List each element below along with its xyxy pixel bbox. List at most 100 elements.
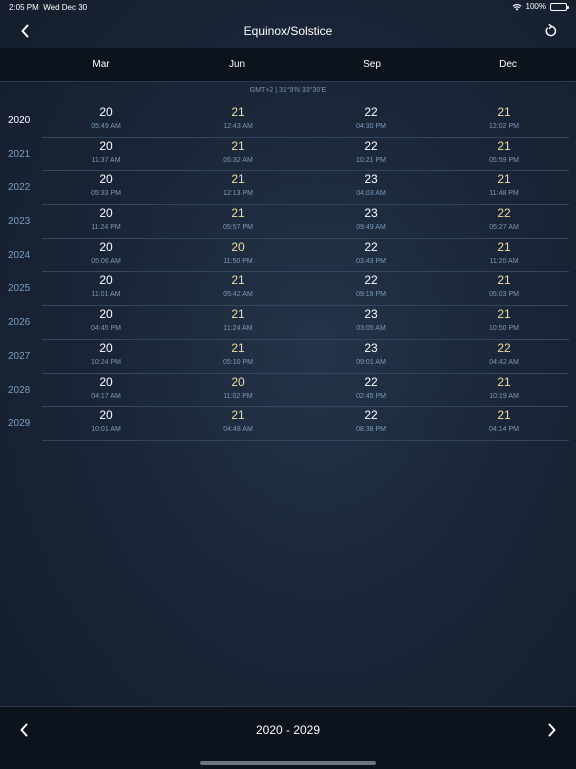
date-cell-sep: 23 09:01 AM	[331, 341, 411, 367]
time-value: 12:43 AM	[223, 123, 253, 130]
date-cell-jun: 21 12:43 AM	[198, 105, 278, 131]
date-cell-mar: 20 05:33 PM	[66, 172, 146, 198]
day-value: 21	[497, 307, 511, 322]
refresh-button[interactable]	[542, 22, 560, 40]
year-label: 2026	[8, 317, 31, 329]
time-value: 11:01 AM	[91, 291, 121, 299]
time-value: 11:02 PM	[223, 392, 253, 400]
date-cell-jun: 21 06:32 AM	[198, 139, 278, 165]
time-value: 11:50 PM	[223, 257, 253, 265]
date-cell-mar: 20 11:37 AM	[66, 139, 146, 165]
table-row: 2028 20 04:17 AM 20 11:02 PM 22 02:45 PM 21 10:1…	[0, 374, 576, 408]
table-row: 2027 20 10:24 PM 21 05:10 PM 23 09:01 AM 22 04:4…	[0, 340, 576, 374]
date-cell-mar: 20 10:24 PM	[66, 341, 146, 367]
date-cell-dec: 21 11:48 PM	[464, 172, 544, 198]
next-decade-button[interactable]	[543, 721, 561, 739]
year-label: 2029	[8, 418, 31, 430]
table-row: 2029 20 10:01 AM 21 04:48 AM 22 08:38 PM 21 04:1…	[0, 407, 576, 441]
time-value: 11:20 AM	[489, 257, 519, 265]
time-value: 11:48 PM	[489, 190, 519, 198]
date-cell-dec: 21 05:03 PM	[464, 273, 544, 299]
table-row: 2023 20 11:24 PM 21 05:57 PM 23 09:49 AM 22 05:2…	[0, 205, 576, 239]
date-cell-dec: 21 05:59 PM	[464, 139, 544, 165]
date-cell-jun: 20 11:50 PM	[198, 240, 278, 266]
date-cell-jun: 20 11:02 PM	[198, 375, 278, 401]
time-value: 04:17 AM	[91, 392, 121, 400]
day-value: 21	[231, 408, 245, 423]
time-value: 05:33 PM	[91, 190, 121, 198]
time-value: 10:24 PM	[91, 358, 121, 366]
day-value: 20	[99, 340, 113, 355]
day-value: 22	[497, 340, 511, 355]
footer-bar: 2020 - 2029	[0, 706, 576, 769]
battery-icon	[550, 2, 569, 11]
day-value: 23	[364, 206, 378, 221]
date-cell-sep: 22 03:43 PM	[331, 240, 411, 266]
time-value: 04:30 PM	[356, 123, 386, 130]
table-row: 2025 20 11:01 AM 21 05:42 AM 22 09:19 PM 21 05:0…	[0, 272, 576, 307]
time-value: 11:37 AM	[91, 156, 121, 164]
time-value: 04:03 AM	[356, 190, 386, 198]
table-row: 2026 20 04:45 PM 21 11:24 AM 23 03:05 AM 21 10:5…	[0, 306, 576, 340]
date-cell-dec: 21 12:02 PM	[464, 105, 544, 131]
time-value: 08:38 PM	[356, 426, 386, 434]
column-header-jun: Jun	[228, 59, 246, 70]
wifi-icon	[512, 3, 521, 10]
date-cell-dec: 22 05:27 AM	[464, 206, 544, 232]
day-value: 22	[364, 239, 378, 254]
date-cell-sep: 22 04:30 PM	[331, 105, 411, 131]
date-cell-mar: 20 04:17 AM	[66, 375, 146, 401]
time-value: 12:13 PM	[223, 190, 253, 198]
column-header-bar: Mar Jun Sep Dec	[0, 48, 576, 82]
day-value: 20	[99, 273, 113, 288]
date-cell-dec: 21 11:20 AM	[464, 240, 544, 266]
day-value: 23	[364, 172, 378, 187]
page-title: Equinox/Solstice	[243, 24, 333, 38]
day-value: 21	[497, 408, 511, 423]
day-value: 20	[99, 105, 113, 119]
date-cell-dec: 21 10:19 AM	[464, 375, 544, 401]
day-value: 21	[231, 138, 245, 153]
time-value: 09:01 AM	[356, 358, 386, 366]
time-value: 05:03 PM	[489, 291, 519, 299]
time-value: 09:19 PM	[356, 291, 386, 299]
chevron-right-icon	[548, 723, 556, 737]
day-value: 21	[231, 273, 245, 288]
time-value: 12:02 PM	[489, 123, 519, 130]
day-value: 21	[497, 138, 511, 153]
time-value: 05:27 AM	[489, 224, 519, 232]
day-value: 20	[99, 307, 113, 322]
table-row: 2020 20 05:49 AM 21 12:43 AM 22 04:30 PM 21 12:0…	[0, 104, 576, 138]
day-value: 21	[231, 105, 245, 119]
time-value: 05:42 AM	[223, 291, 253, 299]
nav-bar: Equinox/Solstice	[0, 14, 576, 48]
year-label: 2023	[8, 216, 31, 228]
day-value: 20	[99, 408, 113, 423]
time-value: 10:01 AM	[91, 426, 121, 434]
date-cell-jun: 21 12:13 PM	[198, 172, 278, 198]
year-label: 2021	[8, 148, 31, 160]
date-cell-jun: 21 04:48 AM	[198, 408, 278, 434]
time-value: 05:06 AM	[91, 257, 121, 265]
time-value: 11:24 AM	[223, 325, 253, 333]
day-value: 21	[497, 172, 511, 187]
time-value: 05:49 AM	[91, 123, 121, 130]
day-value: 20	[99, 374, 113, 389]
day-value: 22	[364, 138, 378, 153]
date-cell-sep: 22 09:19 PM	[331, 273, 411, 299]
time-value: 11:24 PM	[91, 224, 121, 232]
time-value: 04:45 PM	[91, 325, 121, 333]
home-indicator[interactable]	[200, 761, 376, 765]
day-value: 20	[99, 138, 113, 153]
day-value: 21	[231, 206, 245, 221]
day-value: 23	[364, 340, 378, 355]
day-value: 21	[231, 172, 245, 187]
day-value: 21	[497, 374, 511, 389]
date-cell-sep: 22 10:21 PM	[331, 139, 411, 165]
date-cell-sep: 22 08:38 PM	[331, 408, 411, 434]
date-cell-sep: 23 09:49 AM	[331, 206, 411, 232]
date-cell-mar: 20 10:01 AM	[66, 408, 146, 434]
column-header-dec: Dec	[499, 59, 517, 70]
day-value: 20	[231, 374, 245, 389]
day-value: 22	[497, 206, 511, 221]
